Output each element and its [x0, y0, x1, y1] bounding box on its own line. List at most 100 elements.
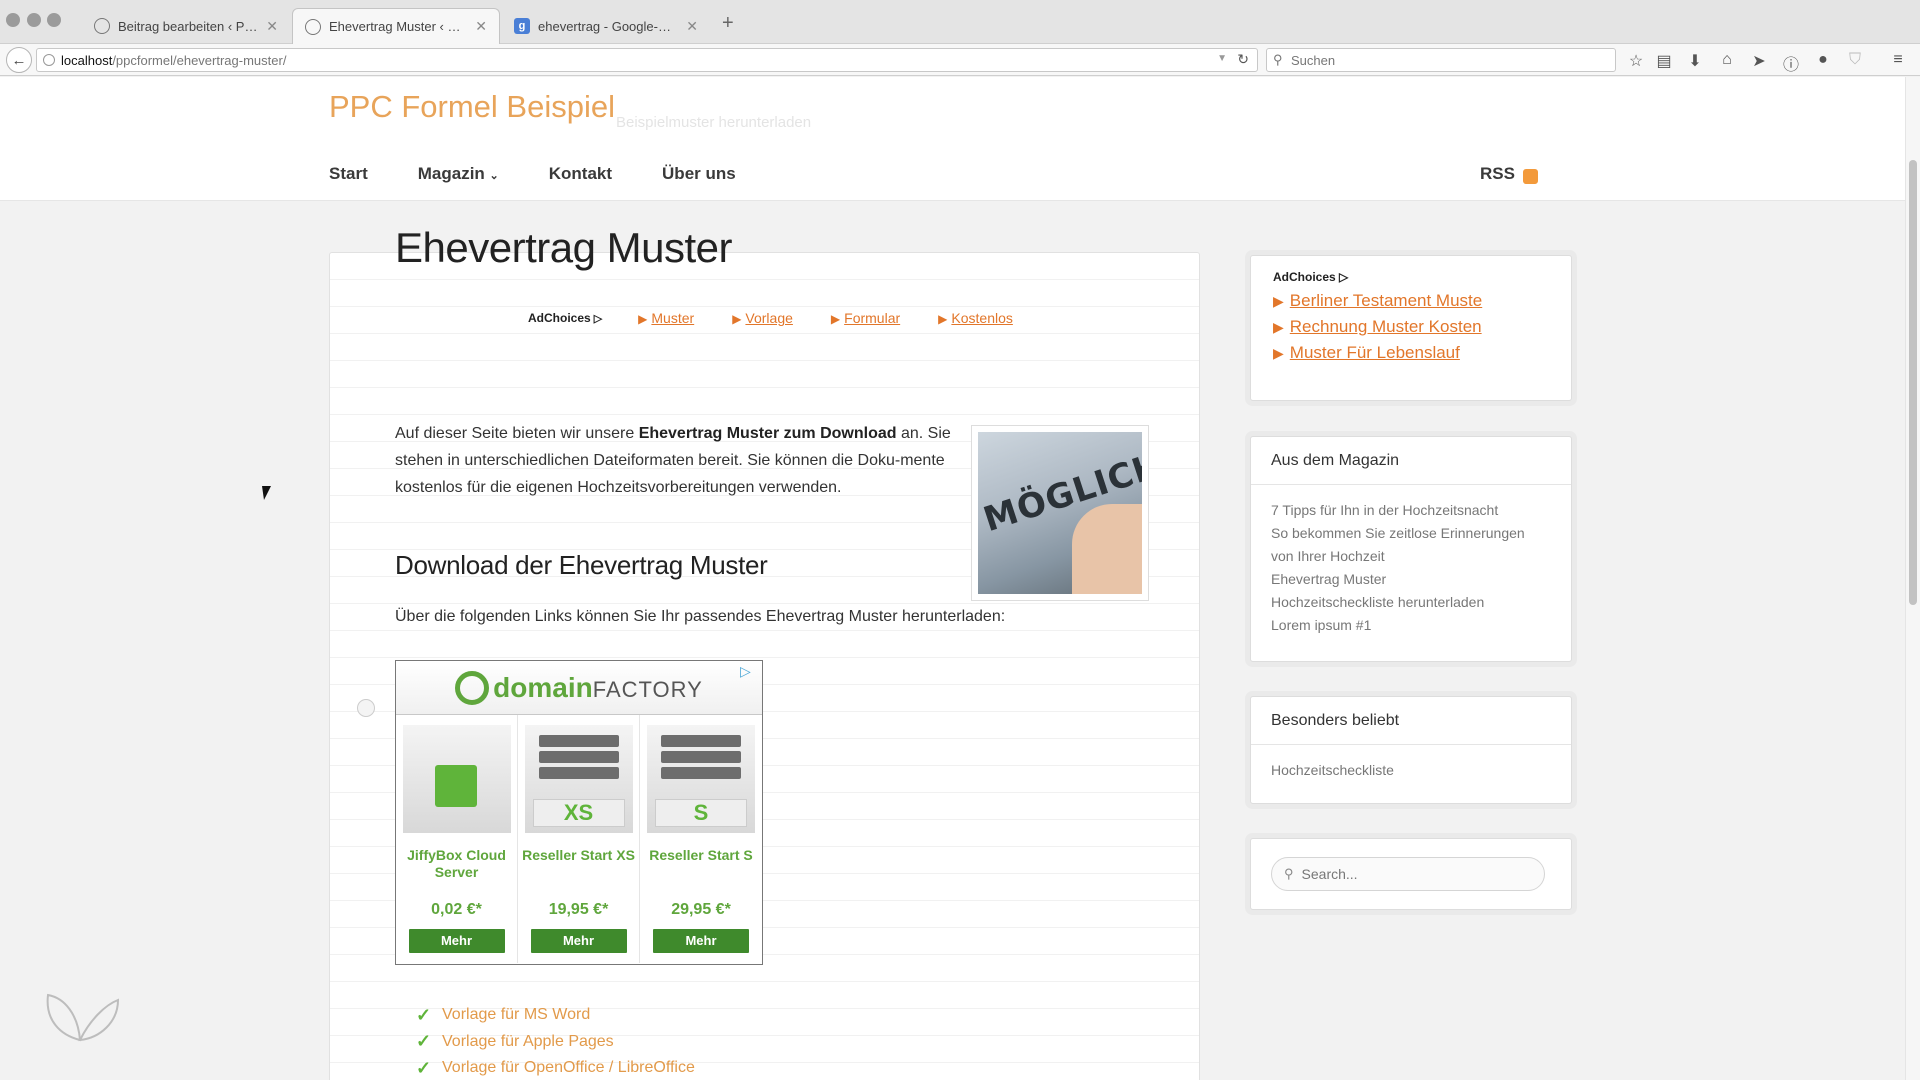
download-heading: Download der Ehevertrag Muster — [395, 550, 768, 580]
search-icon: ⚲ — [1273, 52, 1283, 67]
ad-link-formular[interactable]: ▶ Formular — [831, 310, 900, 326]
sidebar-ad-link[interactable]: ▶ Muster Für Lebenslauf — [1273, 340, 1549, 366]
close-tab-icon[interactable]: ✕ — [266, 18, 278, 35]
send-icon[interactable]: ➤ — [1749, 51, 1769, 71]
magazin-link[interactable]: Hochzeitscheckliste herunterladen — [1271, 591, 1551, 614]
globe-icon — [305, 18, 321, 35]
home-icon[interactable]: ⌂ — [1717, 51, 1737, 69]
sidebar-ad-link[interactable]: ▶ Rechnung Muster Kosten — [1273, 314, 1549, 340]
url-host: localhost — [61, 52, 113, 68]
site-header: PPC Formel Beispiel Beispielmuster herun… — [0, 77, 1905, 201]
product-reseller-s[interactable]: S Reseller Start S 29,95 €* Mehr — [640, 715, 762, 963]
reading-list-icon[interactable]: ▤ — [1654, 51, 1674, 71]
tab-ehevertrag-muster[interactable]: Ehevertrag Muster ‹ PPC Fo... ✕ — [292, 8, 500, 44]
browser-tab-bar: Beitrag bearbeiten ‹ PPC Fo... ✕ Ehevert… — [0, 0, 1920, 44]
download-link-word[interactable]: ✓ Vorlage für MS Word — [416, 1002, 695, 1029]
adchoices-label[interactable]: AdChoices ▷ — [528, 311, 602, 325]
bookmark-star-icon[interactable]: ☆ — [1626, 51, 1646, 71]
close-tab-icon[interactable]: ✕ — [686, 18, 698, 35]
search-widget: ⚲ Search... — [1250, 838, 1572, 910]
browser-nav-bar: ← localhost/ppcformel/ehevertrag-muster/… — [0, 44, 1920, 76]
site-tagline: Beispielmuster herunterladen — [616, 114, 812, 131]
butterfly-watermark-icon — [46, 993, 120, 1042]
check-icon: ✓ — [416, 1031, 432, 1052]
server-icon: S — [647, 725, 755, 833]
magazin-link[interactable]: Lorem ipsum #1 — [1271, 614, 1551, 637]
cloud-icon — [402, 725, 511, 833]
widget-title: Aus dem Magazin — [1251, 437, 1571, 485]
reload-icon[interactable]: ↻ — [1237, 51, 1249, 68]
back-button[interactable]: ← — [6, 47, 32, 73]
sidebar-ad-widget: AdChoices ▷ ▶ Berliner Testament Muste ▶ R… — [1250, 255, 1572, 401]
rss-icon — [1522, 168, 1538, 184]
ad-link-muster[interactable]: ▶ Muster — [638, 310, 694, 326]
sidebar-search-input[interactable]: ⚲ Search... — [1271, 857, 1545, 891]
radio-button[interactable] — [357, 699, 375, 717]
ad-link-row: AdChoices ▷ ▶ Muster ▶ Vorlage ▶ Formular ▶ K… — [528, 310, 1051, 326]
play-arrow-icon: ▶ — [830, 312, 841, 326]
product-jiffybox[interactable]: JiffyBox Cloud Server 0,02 €* Mehr — [396, 715, 518, 963]
chat-icon[interactable]: ● — [1813, 51, 1833, 69]
adchoices-label[interactable]: AdChoices ▷ — [1273, 270, 1549, 284]
page-scrollbar[interactable] — [1905, 77, 1920, 1080]
scrollbar-thumb[interactable] — [1909, 160, 1917, 605]
download-list: ✓ Vorlage für MS Word ✓ Vorlage für Apple … — [416, 1002, 695, 1080]
web-page: PPC Formel Beispiel Beispielmuster herun… — [0, 77, 1905, 1080]
domainfactory-logo-icon — [455, 670, 490, 705]
magazin-link[interactable]: Ehevertrag Muster — [1271, 568, 1551, 591]
shield-icon[interactable]: ⛉ — [1845, 51, 1865, 69]
search-icon: ⚲ — [1284, 866, 1294, 881]
download-link-pages[interactable]: ✓ Vorlage für Apple Pages — [416, 1029, 695, 1056]
minimize-window-button[interactable] — [27, 13, 41, 27]
browser-search-input[interactable]: ⚲ Suchen — [1266, 48, 1616, 72]
play-arrow-icon: ▶ — [1273, 319, 1284, 335]
magazin-link[interactable]: 7 Tipps für Ihn in der Hochzeitsnacht — [1271, 499, 1551, 522]
product-reseller-xs[interactable]: XS Reseller Start XS 19,95 €* Mehr — [518, 715, 640, 963]
mehr-button[interactable]: Mehr — [408, 929, 505, 953]
intro-paragraph: Auf dieser Seite bieten wir unsere Eheve… — [395, 425, 951, 496]
close-window-button[interactable] — [6, 13, 20, 27]
sidebar-ad-link[interactable]: ▶ Berliner Testament Muste — [1273, 288, 1549, 314]
play-arrow-icon: ▶ — [1273, 293, 1284, 309]
menu-icon[interactable]: ≡ — [1888, 51, 1908, 69]
magazin-link[interactable]: So bekommen Sie zeitlose Erinnerungen vo… — [1271, 522, 1551, 568]
adchoices-icon: ▷ — [593, 312, 603, 325]
article-title: Ehevertrag Muster — [395, 224, 732, 271]
nav-ueber-uns[interactable]: Über uns — [662, 164, 736, 184]
check-icon: ✓ — [416, 1004, 432, 1025]
popular-widget: Besonders beliebt Hochzeitscheckliste — [1250, 696, 1572, 804]
adchoices-icon[interactable]: ▷ — [740, 663, 756, 679]
nav-magazin[interactable]: Magazin ⌄ — [418, 164, 499, 184]
ad-link-kostenlos[interactable]: ▶ Kostenlos — [938, 310, 1013, 326]
magazin-widget: Aus dem Magazin 7 Tipps für Ihn in der H… — [1250, 436, 1572, 662]
site-title[interactable]: PPC Formel Beispiel — [329, 89, 615, 125]
banner-products: JiffyBox Cloud Server 0,02 €* Mehr XS Re… — [396, 715, 762, 963]
tab-beitrag-bearbeiten[interactable]: Beitrag bearbeiten ‹ PPC Fo... ✕ — [82, 8, 290, 44]
url-path: /ppcformel/ehevertrag-muster/ — [112, 52, 287, 68]
site-info-icon[interactable] — [43, 54, 55, 66]
mehr-button[interactable]: Mehr — [653, 929, 749, 953]
chevron-down-icon: ⌄ — [489, 170, 499, 182]
zoom-window-button[interactable] — [47, 13, 61, 27]
nav-start[interactable]: Start — [329, 164, 368, 184]
rss-link[interactable]: RSS — [1480, 164, 1538, 184]
ad-link-vorlage[interactable]: ▶ Vorlage — [732, 310, 793, 326]
popular-link[interactable]: Hochzeitscheckliste — [1271, 759, 1551, 782]
download-icon[interactable]: ⬇ — [1685, 51, 1705, 71]
download-link-openoffice[interactable]: ✓ Vorlage für OpenOffice / LibreOffice — [416, 1055, 695, 1080]
download-text: Über die folgenden Links können Sie Ihr … — [395, 608, 1006, 625]
play-arrow-icon: ▶ — [638, 312, 648, 326]
address-bar[interactable]: localhost/ppcformel/ehevertrag-muster/ ▼… — [36, 48, 1258, 72]
mouse-cursor-icon — [262, 486, 273, 500]
adchoices-icon: ▷ — [1339, 270, 1349, 284]
domainfactory-ad-banner[interactable]: domainFACTORY ▷ JiffyBox Cloud Server 0,… — [395, 660, 763, 965]
tab-google-suche[interactable]: g ehevertrag - Google-Suche ✕ — [502, 8, 710, 44]
nav-kontakt[interactable]: Kontakt — [549, 164, 612, 184]
info-icon[interactable]: ⓘ — [1781, 51, 1801, 75]
widget-title: Besonders beliebt — [1251, 697, 1571, 745]
dropdown-icon[interactable]: ▼ — [1217, 53, 1227, 64]
close-tab-icon[interactable]: ✕ — [475, 18, 487, 35]
google-icon: g — [514, 18, 530, 34]
new-tab-button[interactable]: + — [722, 12, 734, 35]
mehr-button[interactable]: Mehr — [530, 929, 627, 953]
